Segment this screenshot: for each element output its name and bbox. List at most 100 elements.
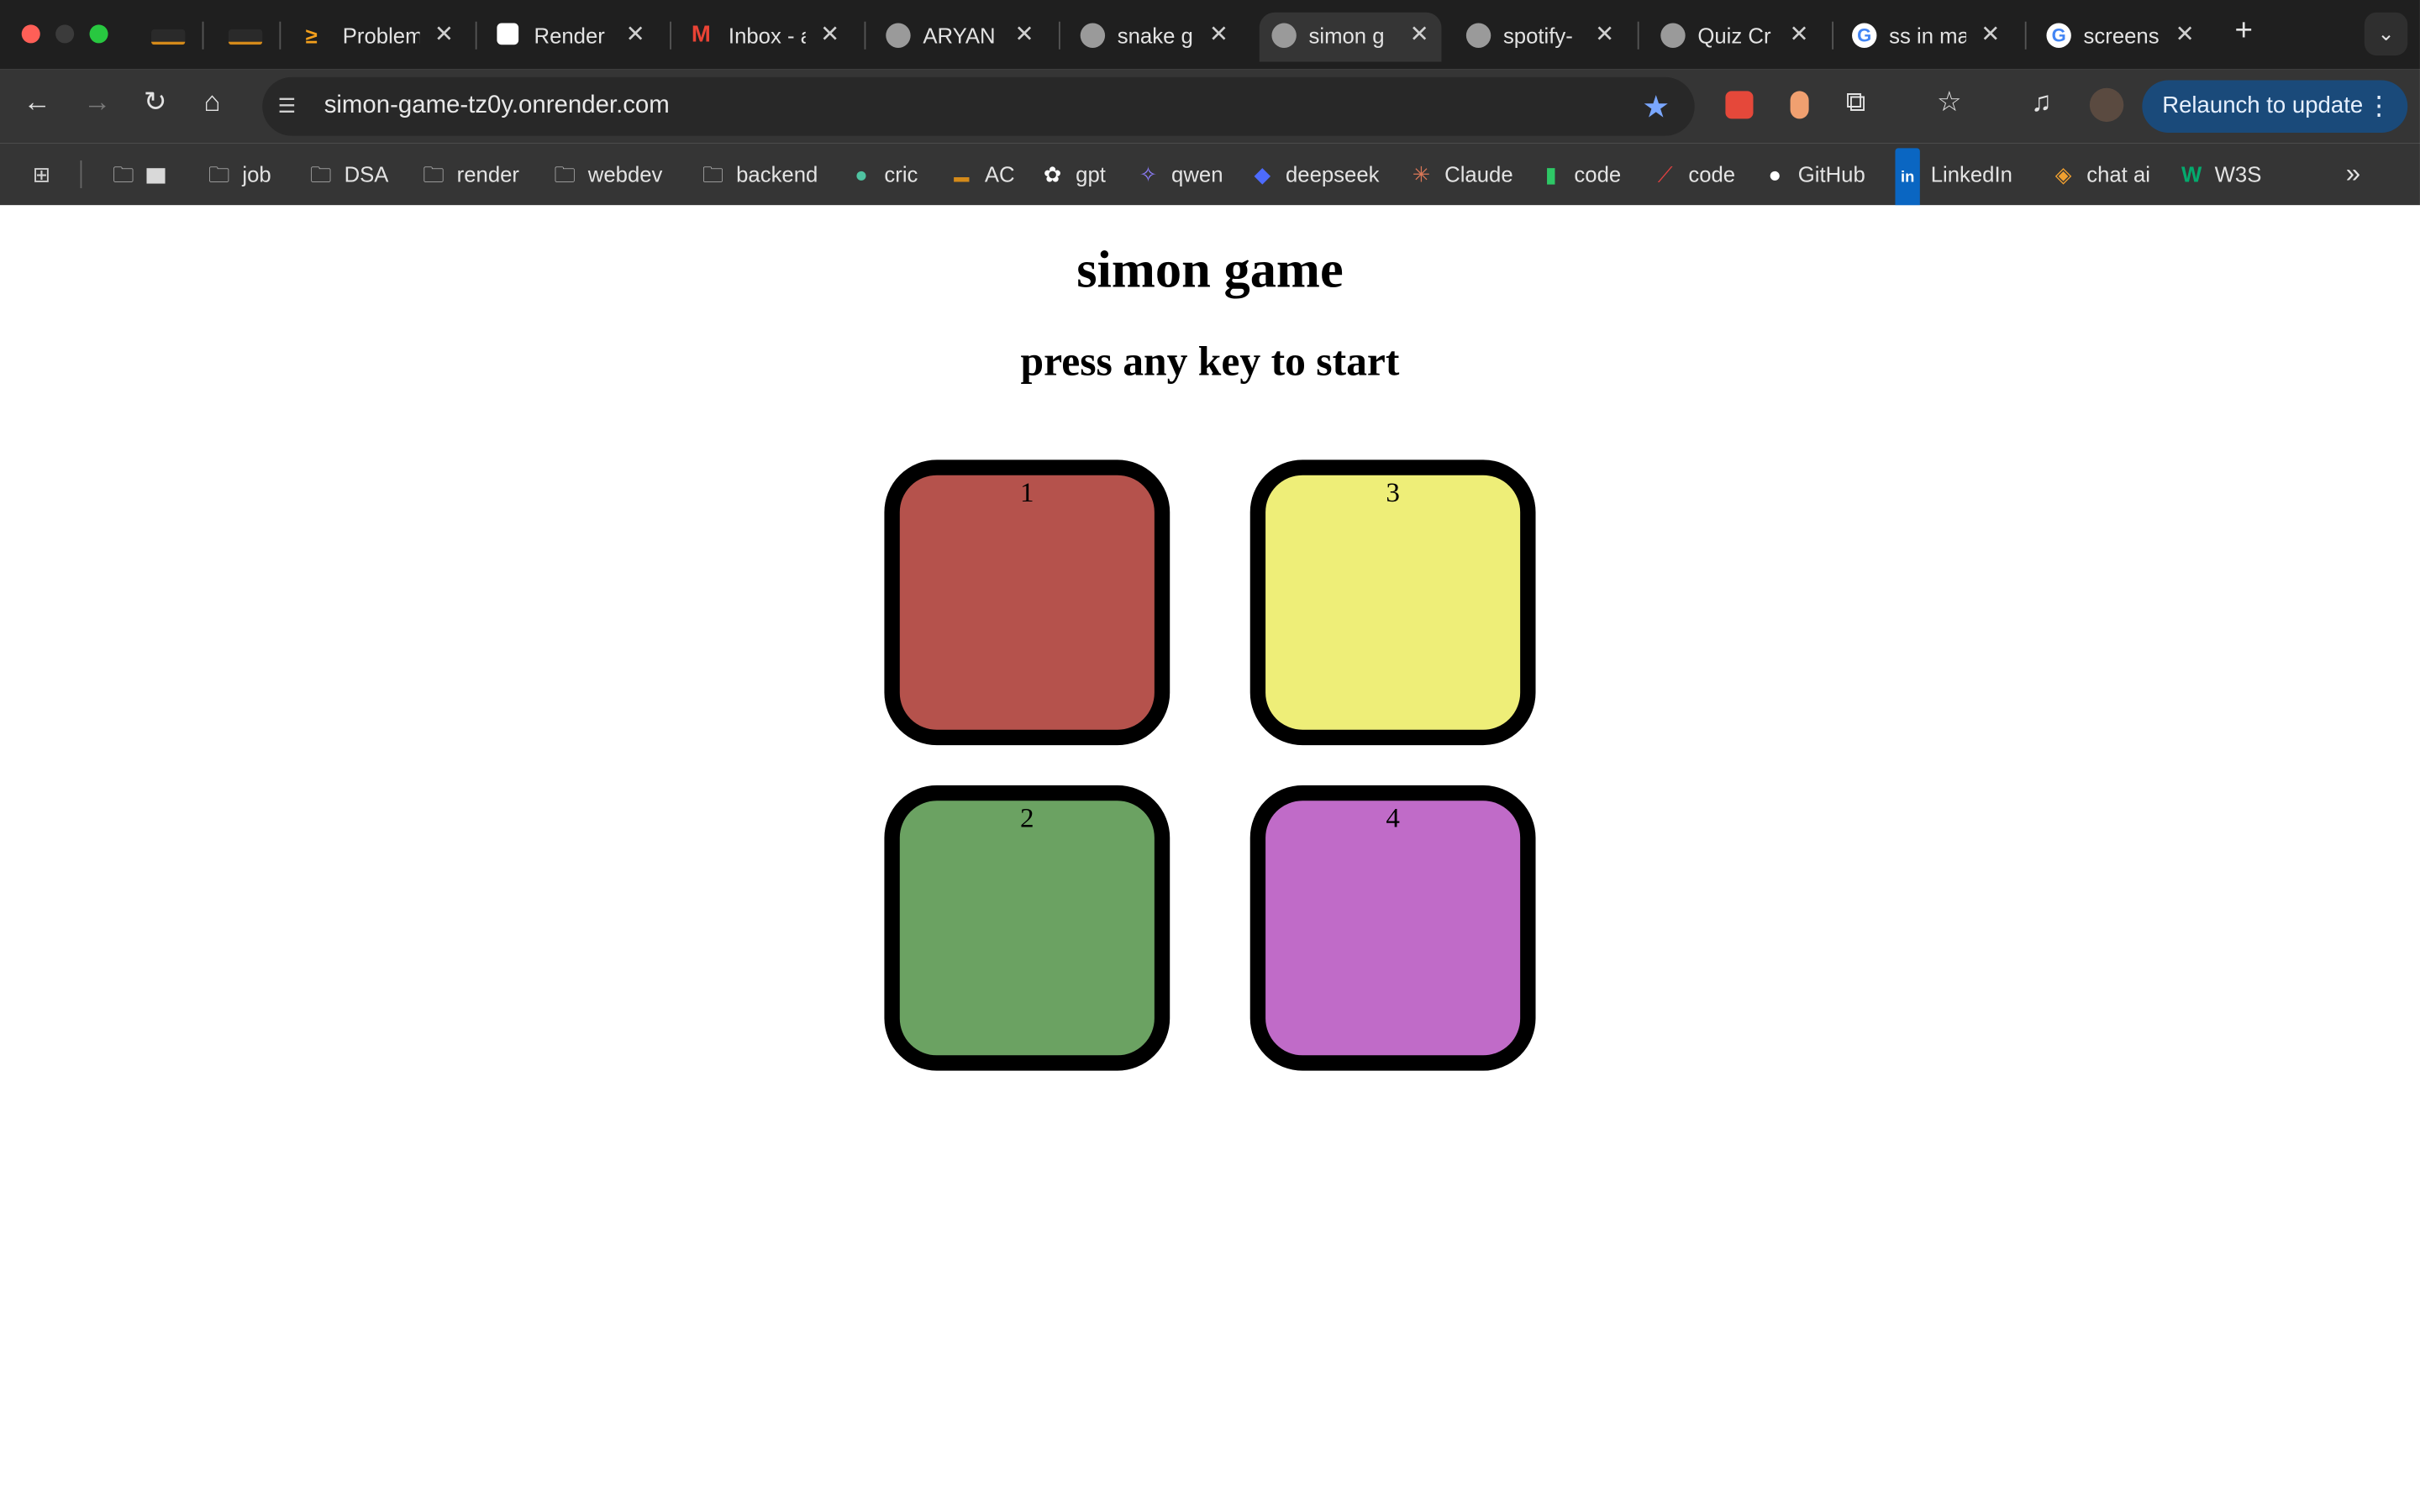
course-logo-icon <box>228 29 263 45</box>
bookmark-qwen[interactable]: ✧ qwen <box>1136 144 1223 205</box>
tab-inbox[interactable]: M Inbox - a ✕ <box>679 13 852 62</box>
simon-button-green[interactable]: 2 <box>884 785 1171 1071</box>
reload-icon[interactable]: ↻ <box>144 87 167 119</box>
render-icon <box>497 23 519 45</box>
bookmark-backend[interactable]: 🗀 backend <box>701 144 818 205</box>
bookmark-code-1[interactable]: ▮ code <box>1539 144 1621 205</box>
relaunch-to-update-button[interactable]: Relaunch to update ⋮ <box>2142 80 2408 133</box>
extension-capsule-icon[interactable] <box>1790 91 1809 119</box>
back-arrow-icon[interactable]: ← <box>24 87 51 119</box>
maximize-window-button[interactable] <box>89 24 108 44</box>
forward-arrow-icon[interactable]: → <box>83 87 111 119</box>
chat-ai-icon: ◈ <box>2054 161 2072 187</box>
minimize-window-button[interactable] <box>55 24 75 44</box>
google-icon: G <box>2046 23 2071 48</box>
tab-strip: ≥ Problem ✕ Render ✕ M Inbox - a ✕ ARYAN… <box>0 0 2420 70</box>
bookmark-linkedin[interactable]: in LinkedIn <box>1895 144 2012 210</box>
folder-icon: 🗀 <box>310 161 332 187</box>
close-tab-icon[interactable]: ✕ <box>1595 13 1614 59</box>
bookmarks-star-icon[interactable]: ☆ <box>1937 87 1962 119</box>
tab-title: snake g <box>1117 23 1193 48</box>
code-icon: ⟋ <box>1657 161 1673 187</box>
extensions-puzzle-icon[interactable]: ⧉ <box>1846 87 1866 119</box>
bookmarks-bar: ⊞ 🗀 🗀 job 🗀 DSA 🗀 render 🗀 webdev 🗀 backend ●… <box>0 143 2420 210</box>
leetcode-icon: ≥ <box>305 23 318 48</box>
tab-title: spotify- <box>1502 23 1573 48</box>
bookmark-code-2[interactable]: ⟋ code <box>1653 144 1735 205</box>
bookmark-star-icon[interactable]: ★ <box>1642 88 1670 127</box>
close-tab-icon[interactable]: ✕ <box>626 13 645 59</box>
github-icon: ● <box>1768 161 1781 187</box>
new-tab-button[interactable]: + <box>2235 14 2253 50</box>
tab-title: simon g <box>1308 23 1385 48</box>
bookmark-job[interactable]: 🗀 job <box>207 144 271 205</box>
apps-grid-icon[interactable]: ⊞ <box>29 144 65 205</box>
tab-simon-active[interactable]: simon g ✕ <box>1259 12 1442 62</box>
bookmark-gpt[interactable]: ✿ gpt <box>1040 144 1106 205</box>
tab-problem[interactable]: ≥ Problem ✕ <box>293 13 466 62</box>
close-tab-icon[interactable]: ✕ <box>2175 13 2195 59</box>
globe-icon <box>1271 23 1297 48</box>
tab-snake[interactable]: snake g ✕ <box>1068 13 1241 62</box>
simon-game-page: simon game press any key to start 1 3 2 … <box>0 205 2420 1512</box>
globe-icon <box>1660 23 1686 48</box>
tab-title: Problem <box>342 23 420 48</box>
relaunch-label: Relaunch to update <box>2162 92 2364 119</box>
course-logo-icon: ▬ <box>954 170 970 187</box>
tab-render[interactable]: Render ✕ <box>485 13 658 62</box>
claude-icon: ✳ <box>1412 161 1431 187</box>
simon-button-yellow[interactable]: 3 <box>1249 459 1536 746</box>
address-bar[interactable]: ☰ simon-game-tz0y.onrender.com ★ <box>262 76 1695 136</box>
simon-button-purple[interactable]: 4 <box>1249 785 1536 1071</box>
bookmark-dsa[interactable]: 🗀 DSA <box>308 144 388 205</box>
bookmark-github[interactable]: ● GitHub <box>1763 144 1865 205</box>
simon-button-red[interactable]: 1 <box>884 459 1171 746</box>
bookmark-claude[interactable]: ✳ Claude <box>1409 144 1513 205</box>
site-settings-icon[interactable]: ☰ <box>278 94 296 118</box>
tab-title: ss in ma <box>1889 23 1966 48</box>
close-tab-icon[interactable]: ✕ <box>434 13 454 59</box>
url-text[interactable]: simon-game-tz0y.onrender.com <box>324 77 670 136</box>
folder-icon: 🗀 <box>702 161 724 187</box>
more-menu-icon[interactable]: ⋮ <box>2366 81 2392 133</box>
tab-ss-in-mac[interactable]: G ss in ma ✕ <box>1839 13 2012 62</box>
extension-record-icon[interactable] <box>1725 91 1754 119</box>
close-tab-icon[interactable]: ✕ <box>1014 13 1034 59</box>
bookmark-folder-unnamed[interactable]: 🗀 <box>111 144 166 205</box>
w3s-icon: W <box>2181 161 2202 187</box>
bookmark-deepseek[interactable]: ◆ deepseek <box>1250 144 1380 205</box>
tab-aryan[interactable]: ARYAN ✕ <box>874 13 1047 62</box>
tab-quiz[interactable]: Quiz Cr ✕ <box>1649 13 1822 62</box>
tab-screenshot[interactable]: G screens ✕ <box>2034 13 2207 62</box>
folder-icon: 🗀 <box>113 161 134 187</box>
globe-icon <box>1465 23 1491 48</box>
media-controls-icon[interactable]: ♫ <box>2031 87 2052 119</box>
folder-icon: 🗀 <box>554 161 576 187</box>
browser-toolbar: ← → ↻ ⌂ ☰ simon-game-tz0y.onrender.com ★… <box>0 69 2420 144</box>
bookmark-render[interactable]: 🗀 render <box>421 144 519 205</box>
tab-course-2[interactable] <box>219 13 271 62</box>
profile-avatar[interactable] <box>2089 87 2124 123</box>
tab-title: Quiz Cr <box>1697 23 1771 48</box>
globe-icon <box>886 23 911 48</box>
home-icon[interactable]: ⌂ <box>203 87 220 119</box>
more-bookmarks-chevron-icon[interactable]: » <box>2346 144 2360 205</box>
close-window-button[interactable] <box>21 24 40 44</box>
folder-icon: 🗀 <box>423 161 445 187</box>
bookmark-chat-ai[interactable]: ◈ chat ai <box>2051 144 2150 205</box>
bookmark-webdev[interactable]: 🗀 webdev <box>553 144 662 205</box>
close-tab-icon[interactable]: ✕ <box>1790 13 1809 59</box>
bookmark-w3s[interactable]: W W3S <box>2179 144 2261 205</box>
cric-icon: ● <box>855 161 868 187</box>
page-title: simon game <box>1076 242 1344 300</box>
close-tab-icon[interactable]: ✕ <box>1410 13 1429 59</box>
tab-search-button[interactable]: ⌄ <box>2364 12 2408 56</box>
close-tab-icon[interactable]: ✕ <box>820 13 839 59</box>
close-tab-icon[interactable]: ✕ <box>1981 13 2000 59</box>
tab-spotify[interactable]: spotify- ✕ <box>1454 13 1627 62</box>
bookmark-cric[interactable]: ● cric <box>849 144 918 205</box>
bookmark-ac[interactable]: ▬ AC <box>950 144 1014 205</box>
tab-course-1[interactable] <box>142 13 194 62</box>
close-tab-icon[interactable]: ✕ <box>1209 13 1228 59</box>
google-icon: G <box>1852 23 1877 48</box>
